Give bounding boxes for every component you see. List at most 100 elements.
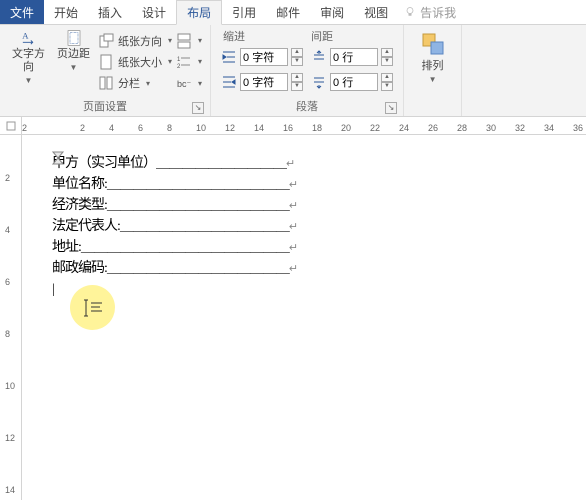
indent-marker-icon[interactable] — [52, 151, 64, 165]
page-size-icon — [98, 54, 114, 70]
tab-layout[interactable]: 布局 — [176, 0, 222, 25]
margins-button[interactable]: 页边距 ▼ — [51, 28, 96, 96]
chevron-down-icon: ▾ — [146, 79, 150, 88]
text-cursor: | — [52, 279, 552, 300]
spacing-before-input[interactable] — [330, 48, 378, 66]
svg-text:2: 2 — [177, 64, 181, 70]
dialog-launcher-paragraph[interactable]: ↘ — [385, 102, 397, 114]
text-direction-icon: A — [21, 30, 37, 46]
document-line[interactable]: 甲方（实习单位）＿＿＿＿＿＿＿＿＿＿↵ — [52, 153, 552, 174]
document-line[interactable]: 邮政编码:＿＿＿＿＿＿＿＿＿＿＿＿＿＿↵ — [52, 258, 552, 279]
chevron-down-icon: ▾ — [168, 57, 172, 66]
indent-left-icon — [221, 49, 237, 65]
columns-label: 分栏 — [118, 75, 140, 91]
spin-up[interactable]: ▲ — [381, 48, 393, 57]
text-direction-label: 文字方向 — [8, 48, 49, 74]
hyphenation-icon: bc⁻ — [176, 75, 192, 91]
orientation-button[interactable]: 纸张方向 ▾ — [98, 31, 172, 51]
group-arrange: 排列 ▼ — [404, 25, 462, 116]
size-button[interactable]: 纸张大小 ▾ — [98, 52, 172, 72]
tell-me-label: 告诉我 — [420, 4, 456, 21]
document-area[interactable]: 甲方（实习单位）＿＿＿＿＿＿＿＿＿＿↵单位名称:＿＿＿＿＿＿＿＿＿＿＿＿＿＿↵经… — [22, 135, 586, 500]
document-line[interactable]: 单位名称:＿＿＿＿＿＿＿＿＿＿＿＿＿＿↵ — [52, 174, 552, 195]
lightbulb-icon — [404, 6, 416, 18]
tab-references[interactable]: 引用 — [222, 0, 266, 24]
ruler-tick: 8 — [167, 123, 172, 133]
ruler-tick: 2 — [80, 123, 85, 133]
document-line[interactable]: 经济类型:＿＿＿＿＿＿＿＿＿＿＿＿＿＿↵ — [52, 195, 552, 216]
vertical-ruler[interactable]: 2468101214 — [0, 135, 22, 500]
line-numbers-icon: 12 — [176, 54, 192, 70]
ruler-tick: 32 — [515, 123, 525, 133]
line-numbers-button[interactable]: 12 ▾ — [176, 52, 202, 72]
chevron-down-icon: ▼ — [25, 76, 33, 85]
paragraph-mark-icon: ↵ — [289, 200, 298, 212]
tab-home[interactable]: 开始 — [44, 0, 88, 24]
ruler-tick: 10 — [5, 381, 15, 391]
paragraph-mark-icon: ↵ — [289, 263, 298, 275]
document-line[interactable]: 地址:＿＿＿＿＿＿＿＿＿＿＿＿＿＿＿＿↵ — [52, 237, 552, 258]
arrange-button[interactable]: 排列 ▼ — [410, 28, 455, 112]
indent-right-input[interactable] — [240, 73, 288, 91]
orientation-label: 纸张方向 — [118, 33, 162, 49]
dialog-launcher-page-setup[interactable]: ↘ — [192, 102, 204, 114]
ruler-tick: 22 — [370, 123, 380, 133]
chevron-down-icon: ▾ — [198, 36, 202, 45]
group-paragraph: 缩进 间距 ▲▼ ▲▼ ▲▼ — [211, 25, 404, 116]
ruler-corner — [0, 117, 22, 135]
ruler-tick: 28 — [457, 123, 467, 133]
tab-review[interactable]: 审阅 — [310, 0, 354, 24]
spacing-header: 间距 — [309, 28, 333, 44]
chevron-down-icon: ▾ — [198, 79, 202, 88]
ruler-tick: 30 — [486, 123, 496, 133]
chevron-down-icon: ▼ — [70, 63, 78, 72]
tab-view[interactable]: 视图 — [354, 0, 398, 24]
document-line[interactable]: 法定代表人:＿＿＿＿＿＿＿＿＿＿＿＿＿↵ — [52, 216, 552, 237]
spin-down[interactable]: ▼ — [381, 82, 393, 91]
tab-insert[interactable]: 插入 — [88, 0, 132, 24]
document-content[interactable]: 甲方（实习单位）＿＿＿＿＿＿＿＿＿＿↵单位名称:＿＿＿＿＿＿＿＿＿＿＿＿＿＿↵经… — [52, 153, 552, 300]
group-label-paragraph: 段落 — [296, 101, 318, 113]
spin-up[interactable]: ▲ — [291, 73, 303, 82]
group-page-setup: A 文字方向 ▼ 页边距 ▼ 纸张方向 ▾ 纸 — [0, 25, 211, 116]
ruler-tick: 4 — [109, 123, 114, 133]
ruler-tick: 12 — [5, 433, 15, 443]
spin-up[interactable]: ▲ — [291, 48, 303, 57]
ruler-tick: 36 — [573, 123, 583, 133]
tab-file[interactable]: 文件 — [0, 0, 44, 24]
document-page[interactable]: 甲方（实习单位）＿＿＿＿＿＿＿＿＿＿↵单位名称:＿＿＿＿＿＿＿＿＿＿＿＿＿＿↵经… — [52, 153, 552, 300]
breaks-button[interactable]: ▾ — [176, 31, 202, 51]
tab-mailings[interactable]: 邮件 — [266, 0, 310, 24]
tab-design[interactable]: 设计 — [132, 0, 176, 24]
ruler-tick: 18 — [312, 123, 322, 133]
ruler-tick: 4 — [5, 225, 10, 235]
ruler-tick: 6 — [138, 123, 143, 133]
columns-icon — [98, 75, 114, 91]
ruler-tick: 34 — [544, 123, 554, 133]
columns-button[interactable]: 分栏 ▾ — [98, 73, 172, 93]
ruler-tick: 2 — [5, 173, 10, 183]
spacing-after-input[interactable] — [330, 73, 378, 91]
group-label-page-setup: 页面设置 — [83, 101, 127, 113]
spin-down[interactable]: ▼ — [291, 82, 303, 91]
arrange-label: 排列 — [422, 60, 444, 73]
margins-label: 页边距 — [57, 48, 90, 61]
tell-me-box[interactable]: 告诉我 — [398, 0, 456, 24]
orientation-icon — [98, 33, 114, 49]
horizontal-ruler[interactable]: 224681012141618202224262830323436 — [22, 117, 586, 135]
spin-up[interactable]: ▲ — [381, 73, 393, 82]
spin-down[interactable]: ▼ — [381, 57, 393, 66]
ribbon: A 文字方向 ▼ 页边距 ▼ 纸张方向 ▾ 纸 — [0, 25, 586, 117]
spin-down[interactable]: ▼ — [291, 57, 303, 66]
ruler-tick: 8 — [5, 329, 10, 339]
spacing-before-icon — [311, 49, 327, 65]
ruler-tick: 20 — [341, 123, 351, 133]
ruler-tick: 26 — [428, 123, 438, 133]
paragraph-mark-icon: ↵ — [289, 179, 298, 191]
paragraph-mark-icon: ↵ — [289, 221, 298, 233]
hyphenation-button[interactable]: bc⁻ ▾ — [176, 73, 202, 93]
svg-text:A: A — [22, 31, 29, 41]
size-label: 纸张大小 — [118, 54, 162, 70]
indent-left-input[interactable] — [240, 48, 288, 66]
text-direction-button[interactable]: A 文字方向 ▼ — [6, 28, 51, 96]
